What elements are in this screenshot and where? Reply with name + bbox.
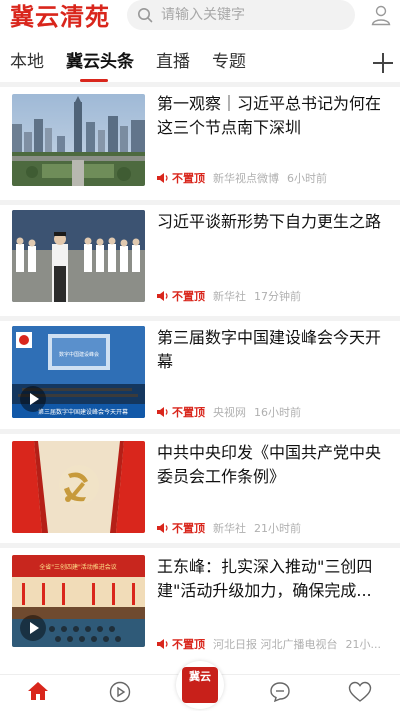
summit-banner-text: 数字中国建设峰会 [59,351,99,358]
news-thumbnail-assembly: 全省"三创四建"活动推进会议 [12,555,145,647]
news-item[interactable]: 习近平谈新形势下自力更生之路 不置顶 新华社 17分钟前 [0,200,400,312]
news-item[interactable]: 数字中国建设峰会 第三届数字中国建设峰会今天开幕 第三届数字中国建设峰会今天开幕 [0,316,400,428]
news-meta: 不置顶 河北日报 河北广播电视台 21小... [157,636,381,652]
app-logo: 冀云清苑 [10,3,110,31]
bottom-nav: 首页 视听 冀云 问政 服务 [0,661,400,711]
summit-caption-text: 第三届数字中国建设峰会今天开幕 [38,408,128,416]
user-icon[interactable] [370,4,392,26]
app-root: 冀云清苑 本地 冀云头条 直播 专题 [0,0,400,711]
news-thumbnail-summit: 数字中国建设峰会 第三届数字中国建设峰会今天开幕 [12,326,145,418]
home-icon [28,682,48,700]
news-title: 第三届数字中国建设峰会今天开幕 [157,328,382,371]
news-meta: 不置顶 新华社 21小时前 [157,520,301,536]
news-source: 河北日报 河北广播电视台 [213,638,338,651]
speaker-icon[interactable] [157,173,169,183]
news-item[interactable]: 中共中央印发《中国共产党中央委员会工作条例》 不置顶 新华社 21小时前 [0,429,400,541]
news-time: 21小... [345,638,382,651]
center-feature-button[interactable]: 冀云 [176,661,224,709]
news-time: 17分钟前 [254,290,301,303]
add-channel-icon[interactable] [372,52,394,74]
news-thumbnail-meeting [12,210,145,302]
news-source: 新华视点微博 [213,172,279,185]
news-title: 王东峰：扎实深入推动"三创四建"活动升级加力，确保完成... [157,557,373,600]
news-thumbnail-party-emblem [12,441,145,533]
pin-label: 不置顶 [172,406,205,419]
pin-label: 不置顶 [172,172,205,185]
nav-home[interactable]: 首页 [16,681,60,711]
search-input[interactable] [161,7,341,23]
tab-live[interactable]: 直播 [156,50,190,74]
news-source: 新华社 [213,522,246,535]
tab-headlines[interactable]: 冀云头条 [66,50,134,74]
header: 冀云清苑 [0,0,400,40]
center-feature-label: 冀云 [182,667,218,703]
tab-local[interactable]: 本地 [10,50,44,74]
speaker-icon[interactable] [157,639,169,649]
channel-tabs: 本地 冀云头条 直播 专题 [0,46,400,82]
pin-label: 不置顶 [172,522,205,535]
speaker-icon[interactable] [157,407,169,417]
separator [0,316,400,321]
chat-bubble-icon [270,682,290,703]
search-icon [138,8,153,23]
news-item[interactable]: 全省"三创四建"活动推进会议 王东峰：扎实深入推动"三创四建"活动升级加力，确保… [0,543,400,655]
separator [0,82,400,87]
news-source: 央视网 [213,406,246,419]
news-title: 习近平谈新形势下自力更生之路 [157,212,382,231]
search-bar[interactable] [127,0,355,30]
news-time: 16小时前 [254,406,301,419]
news-time: 6小时前 [287,172,327,185]
news-item[interactable]: 第一观察｜习近平总书记为何在这三个节点南下深圳 不置顶 新华视点微博 6小时前 [0,82,400,194]
news-source: 新华社 [213,290,246,303]
news-thumbnail-city [12,94,145,186]
nav-video[interactable]: 视听 [98,681,142,711]
nav-ask[interactable]: 问政 [258,681,302,711]
nav-service[interactable]: 服务 [338,681,382,711]
speaker-icon[interactable] [157,523,169,533]
news-meta: 不置顶 央视网 16小时前 [157,404,301,420]
video-play-icon [109,681,131,703]
pin-label: 不置顶 [172,638,205,651]
separator [0,200,400,205]
news-meta: 不置顶 新华社 17分钟前 [157,288,301,304]
speaker-icon[interactable] [157,291,169,301]
news-title: 第一观察｜习近平总书记为何在这三个节点南下深圳 [157,94,382,137]
play-video-icon[interactable] [20,386,46,412]
news-title: 中共中央印发《中国共产党中央委员会工作条例》 [157,443,382,486]
assembly-banner-text: 全省"三创四建"活动推进会议 [39,563,117,571]
news-time: 21小时前 [254,522,301,535]
play-video-icon[interactable] [20,615,46,641]
separator [0,429,400,434]
news-meta: 不置顶 新华视点微博 6小时前 [157,170,327,186]
separator [0,543,400,548]
pin-label: 不置顶 [172,290,205,303]
tab-topics[interactable]: 专题 [212,50,246,74]
heart-icon [348,681,372,702]
